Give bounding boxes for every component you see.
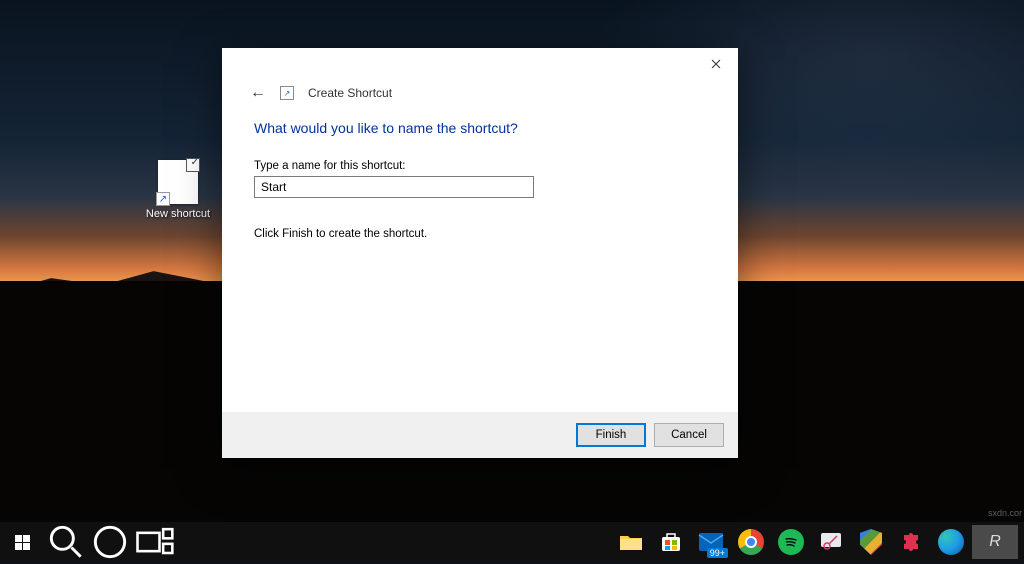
finish-button[interactable]: Finish: [576, 423, 646, 447]
dialog-helper-text: Click Finish to create the shortcut.: [254, 228, 706, 240]
close-icon: [711, 59, 721, 69]
taskbar-app-mail[interactable]: 99+: [692, 524, 730, 560]
search-button[interactable]: [44, 522, 88, 562]
create-shortcut-dialog: ← ↗ Create Shortcut What would you like …: [222, 48, 738, 458]
shortcut-file-icon: ↗: [158, 160, 198, 204]
back-button[interactable]: ←: [250, 84, 266, 102]
start-button[interactable]: [0, 522, 44, 562]
close-button[interactable]: [694, 49, 738, 79]
desktop-shortcut-label: New shortcut: [146, 208, 210, 220]
taskbar-app-spotify[interactable]: [772, 524, 810, 560]
shortcut-name-input[interactable]: [254, 176, 534, 198]
r-app-icon: R: [989, 533, 1001, 551]
dialog-footer: Finish Cancel: [222, 412, 738, 458]
taskbar-app-puzzle[interactable]: [892, 524, 930, 560]
cancel-button[interactable]: Cancel: [654, 423, 724, 447]
windows-logo-icon: [15, 535, 30, 550]
edge-icon: [938, 529, 964, 555]
security-shield-icon: [860, 529, 882, 555]
task-view-icon: [132, 520, 176, 564]
store-icon: [660, 531, 682, 553]
cortana-icon: [88, 520, 132, 564]
dialog-titlebar[interactable]: [222, 48, 738, 80]
taskbar: 99+ R: [0, 522, 1024, 562]
taskbar-app-security[interactable]: [852, 524, 890, 560]
cortana-button[interactable]: [88, 522, 132, 562]
spotify-icon: [778, 529, 804, 555]
watermark: sxdn.cor: [988, 508, 1022, 518]
chrome-icon: [738, 529, 764, 555]
task-view-button[interactable]: [132, 522, 176, 562]
taskbar-app-chrome[interactable]: [732, 524, 770, 560]
mail-badge-count: 99+: [707, 548, 728, 558]
dialog-header: ← ↗ Create Shortcut: [222, 80, 738, 112]
taskbar-app-explorer[interactable]: [612, 524, 650, 560]
taskbar-app-snip[interactable]: [812, 524, 850, 560]
shortcut-name-label: Type a name for this shortcut:: [254, 160, 706, 172]
taskbar-right: 99+ R: [612, 522, 1024, 562]
desktop-shortcut-new[interactable]: ↗ New shortcut: [140, 160, 216, 220]
file-explorer-icon: [619, 532, 643, 552]
dialog-title: Create Shortcut: [308, 86, 392, 100]
dialog-heading: What would you like to name the shortcut…: [254, 120, 706, 136]
snipping-icon: [819, 531, 843, 553]
search-icon: [44, 520, 88, 564]
shortcut-page-icon: ↗: [280, 86, 294, 100]
taskbar-app-edge[interactable]: [932, 524, 970, 560]
taskbar-app-store[interactable]: [652, 524, 690, 560]
dialog-body: What would you like to name the shortcut…: [222, 112, 738, 412]
taskbar-left: [0, 522, 176, 562]
taskbar-app-generic[interactable]: R: [972, 525, 1018, 559]
puzzle-icon: [900, 531, 922, 553]
shortcut-overlay-icon: ↗: [156, 192, 170, 206]
